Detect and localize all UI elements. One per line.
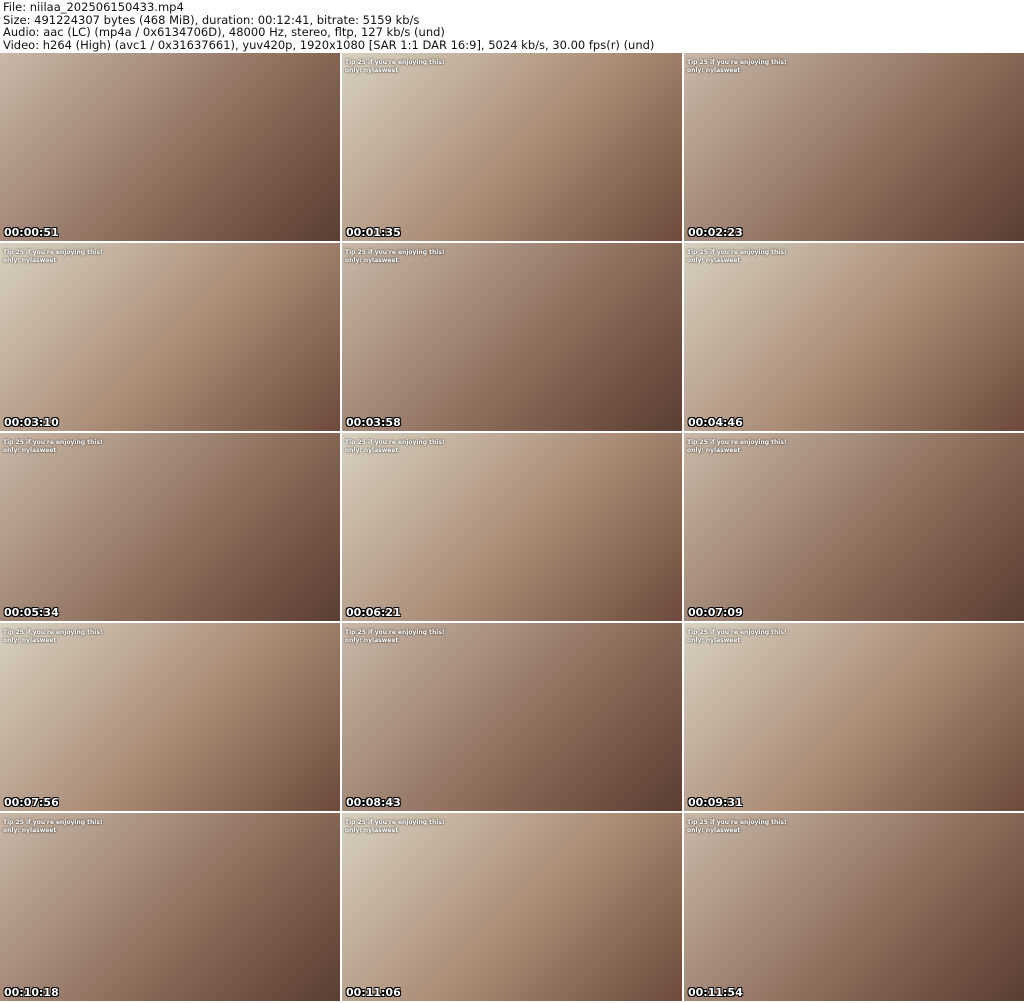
- overlay-line: Tip 25 if you're enjoying this!: [3, 629, 103, 636]
- watermark-overlay: Tip 25 if you're enjoying this! only: nyl…: [687, 629, 787, 645]
- video-thumbnail: Tip 25 if you're enjoying this! only: nyl…: [684, 623, 1024, 811]
- overlay-line: Tip 25 if you're enjoying this!: [687, 439, 787, 446]
- overlay-line: Tip 25 if you're enjoying this!: [3, 819, 103, 826]
- overlay-line: Tip 25 if you're enjoying this!: [687, 59, 787, 66]
- watermark-overlay: Tip 25 if you're enjoying this! only: nyl…: [687, 819, 787, 835]
- overlay-line: Tip 25 if you're enjoying this!: [687, 629, 787, 636]
- file-name: File: niilaa_202506150433.mp4: [3, 0, 184, 14]
- overlay-line: Tip 25 if you're enjoying this!: [3, 249, 103, 256]
- thumbnail-timestamp: 00:06:21: [346, 606, 401, 619]
- overlay-line: Tip 25 if you're enjoying this!: [345, 249, 445, 256]
- watermark-overlay: Tip 25 if you're enjoying this! only: nyl…: [3, 439, 103, 455]
- watermark-overlay: Tip 25 if you're enjoying this! only: nyl…: [345, 439, 445, 455]
- overlay-line: only: nylasweet: [345, 637, 399, 644]
- thumbnail-timestamp: 00:11:54: [688, 986, 743, 999]
- watermark-overlay: Tip 25 if you're enjoying this! only: nyl…: [345, 819, 445, 835]
- watermark-overlay: Tip 25 if you're enjoying this! only: nyl…: [687, 59, 787, 75]
- thumbnail-timestamp: 00:01:35: [346, 226, 401, 239]
- video-thumbnail: Tip 25 if you're enjoying this! only: nyl…: [684, 53, 1024, 241]
- watermark-overlay: Tip 25 if you're enjoying this! only: nyl…: [3, 249, 103, 265]
- overlay-line: Tip 25 if you're enjoying this!: [345, 819, 445, 826]
- watermark-overlay: Tip 25 if you're enjoying this! only: nyl…: [687, 249, 787, 265]
- thumbnail-timestamp: 00:11:06: [346, 986, 401, 999]
- thumbnail-timestamp: 00:03:58: [346, 416, 401, 429]
- overlay-line: Tip 25 if you're enjoying this!: [345, 439, 445, 446]
- thumbnail-timestamp: 00:02:23: [688, 226, 743, 239]
- overlay-line: only: nylasweet: [3, 447, 57, 454]
- watermark-overlay: Tip 25 if you're enjoying this! only: nyl…: [3, 819, 103, 835]
- overlay-line: only: nylasweet: [687, 827, 741, 834]
- thumbnail-timestamp: 00:08:43: [346, 796, 401, 809]
- overlay-line: only: nylasweet: [345, 447, 399, 454]
- video-thumbnail: 00:00:51: [0, 53, 340, 241]
- overlay-line: only: nylasweet: [687, 637, 741, 644]
- overlay-line: Tip 25 if you're enjoying this!: [345, 59, 445, 66]
- video-thumbnail: Tip 25 if you're enjoying this! only: nyl…: [0, 623, 340, 811]
- video-thumbnail: Tip 25 if you're enjoying this! only: nyl…: [0, 243, 340, 431]
- video-thumbnail: Tip 25 if you're enjoying this! only: nyl…: [342, 813, 682, 1001]
- video-thumbnail: Tip 25 if you're enjoying this! only: nyl…: [0, 433, 340, 621]
- overlay-line: only: nylasweet: [345, 827, 399, 834]
- overlay-line: Tip 25 if you're enjoying this!: [345, 629, 445, 636]
- thumbnail-timestamp: 00:07:09: [688, 606, 743, 619]
- thumbnail-timestamp: 00:04:46: [688, 416, 743, 429]
- watermark-overlay: Tip 25 if you're enjoying this! only: nyl…: [345, 249, 445, 265]
- video-thumbnail: Tip 25 if you're enjoying this! only: nyl…: [684, 243, 1024, 431]
- watermark-overlay: Tip 25 if you're enjoying this! only: nyl…: [345, 59, 445, 75]
- overlay-line: only: nylasweet: [345, 67, 399, 74]
- overlay-line: Tip 25 if you're enjoying this!: [687, 249, 787, 256]
- overlay-line: Tip 25 if you're enjoying this!: [687, 819, 787, 826]
- thumbnail-timestamp: 00:09:31: [688, 796, 743, 809]
- overlay-line: only: nylasweet: [3, 637, 57, 644]
- video-thumbnail: Tip 25 if you're enjoying this! only: nyl…: [342, 623, 682, 811]
- overlay-line: only: nylasweet: [687, 447, 741, 454]
- video-thumbnail: Tip 25 if you're enjoying this! only: nyl…: [684, 813, 1024, 1001]
- overlay-line: only: nylasweet: [687, 257, 741, 264]
- thumbnail-grid: 00:00:51 Tip 25 if you're enjoying this! o…: [0, 53, 1024, 1001]
- video-thumbnail: Tip 25 if you're enjoying this! only: nyl…: [684, 433, 1024, 621]
- thumbnail-timestamp: 00:00:51: [4, 226, 59, 239]
- watermark-overlay: Tip 25 if you're enjoying this! only: nyl…: [687, 439, 787, 455]
- watermark-overlay: Tip 25 if you're enjoying this! only: nyl…: [345, 629, 445, 645]
- overlay-line: Tip 25 if you're enjoying this!: [3, 439, 103, 446]
- audio-info: Audio: aac (LC) (mp4a / 0x6134706D), 480…: [3, 25, 445, 39]
- thumbnail-timestamp: 00:05:34: [4, 606, 59, 619]
- video-thumbnail: Tip 25 if you're enjoying this! only: nyl…: [342, 53, 682, 241]
- video-thumbnail: Tip 25 if you're enjoying this! only: nyl…: [342, 433, 682, 621]
- video-thumbnail: Tip 25 if you're enjoying this! only: nyl…: [0, 813, 340, 1001]
- overlay-line: only: nylasweet: [3, 257, 57, 264]
- thumbnail-timestamp: 00:07:56: [4, 796, 59, 809]
- thumbnail-timestamp: 00:03:10: [4, 416, 59, 429]
- overlay-line: only: nylasweet: [345, 257, 399, 264]
- thumbnail-timestamp: 00:10:18: [4, 986, 59, 999]
- watermark-overlay: Tip 25 if you're enjoying this! only: nyl…: [3, 629, 103, 645]
- video-thumbnail: Tip 25 if you're enjoying this! only: nyl…: [342, 243, 682, 431]
- overlay-line: only: nylasweet: [687, 67, 741, 74]
- file-info-header: File: niilaa_202506150433.mp4 Size: 4912…: [3, 1, 654, 51]
- overlay-line: only: nylasweet: [3, 827, 57, 834]
- video-info: Video: h264 (High) (avc1 / 0x31637661), …: [3, 37, 655, 52]
